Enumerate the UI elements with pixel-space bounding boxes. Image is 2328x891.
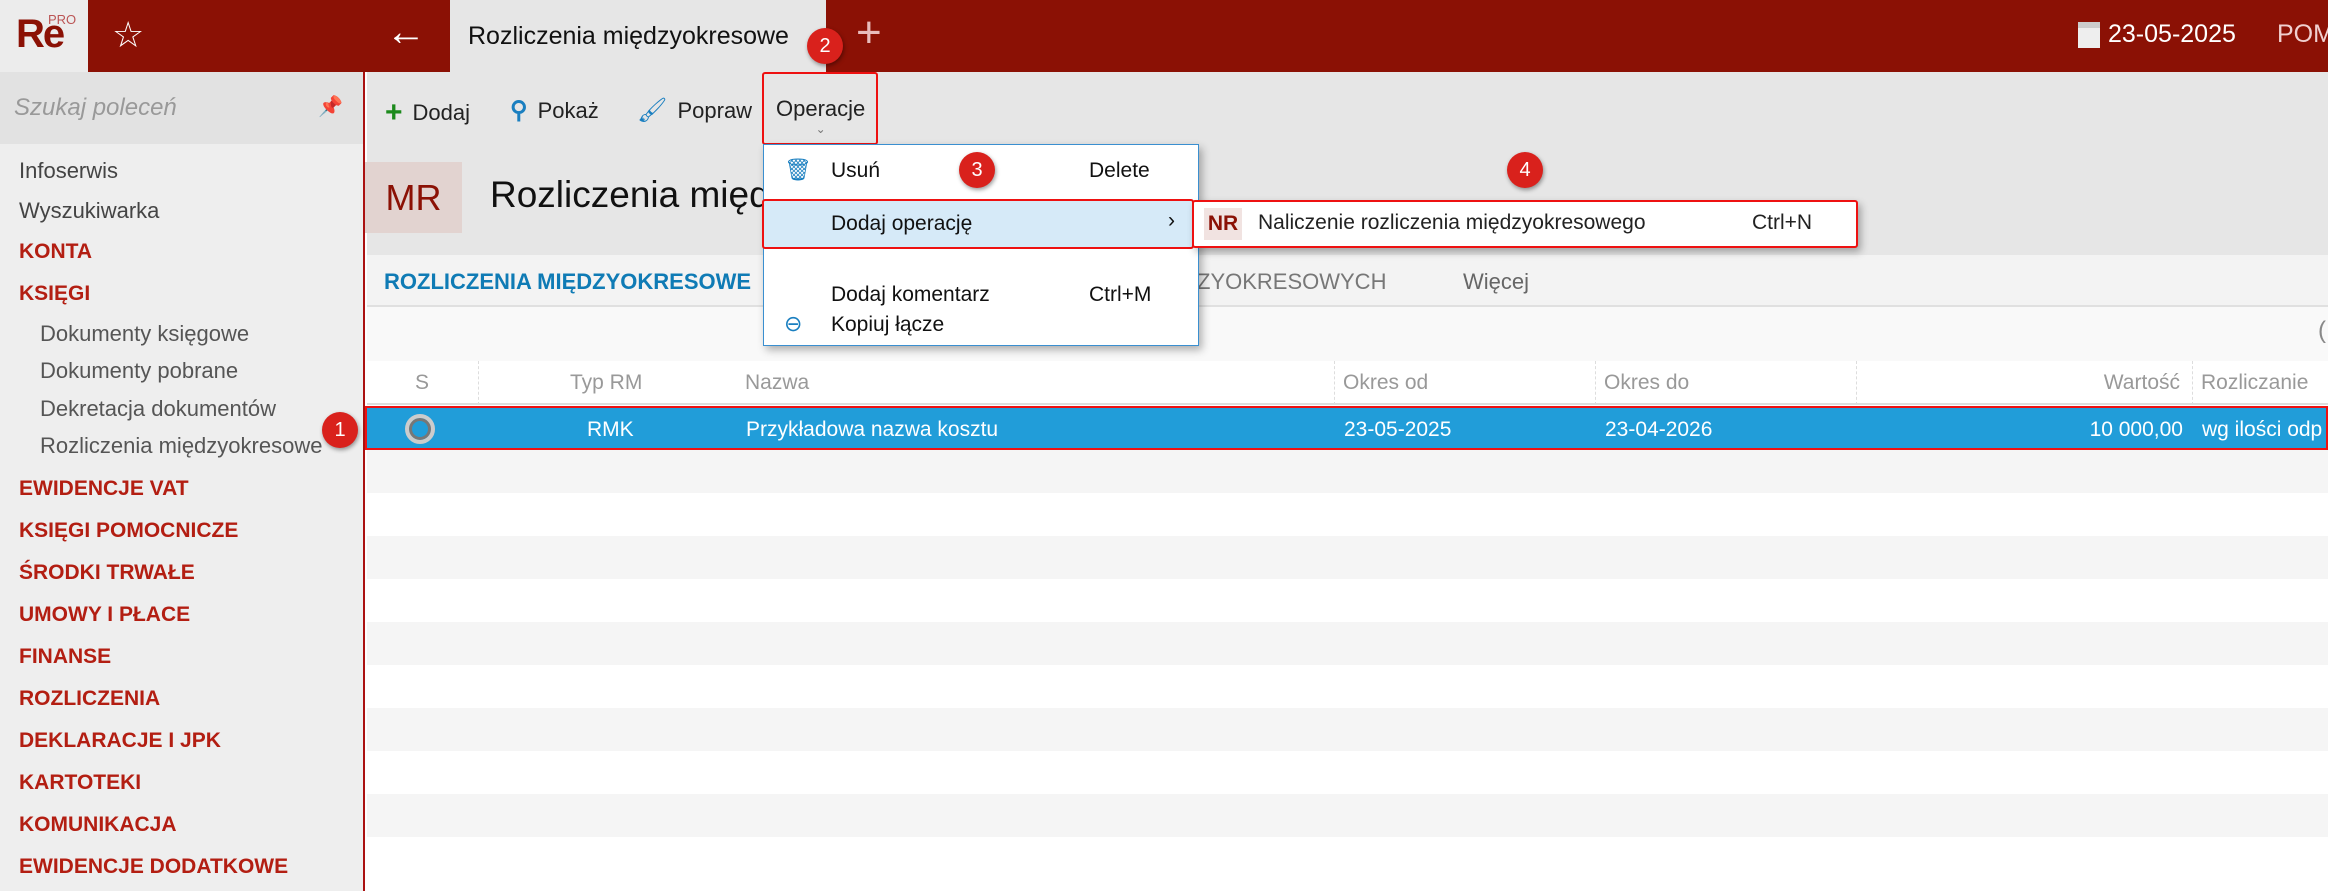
cell-okres-do: 23-04-2026 <box>1605 418 1713 441</box>
module-badge: MR <box>365 162 462 233</box>
link-icon: ⊖ <box>784 311 803 336</box>
sidebar-item[interactable]: DEKLARACJE I JPK <box>19 729 221 753</box>
col-divider <box>2192 361 2193 405</box>
cell-nazwa: Przykładowa nazwa kosztu <box>746 418 999 441</box>
add-button[interactable]: + Dodaj <box>385 96 470 130</box>
star-icon[interactable]: ☆ <box>112 14 144 56</box>
menu-shortcut: Delete <box>1089 159 1150 182</box>
empty-table-row <box>367 493 2328 536</box>
menu-label: Kopiuj łącze <box>831 313 945 336</box>
empty-table-row <box>367 579 2328 622</box>
grid-header: S Typ RM Nazwa Okres od Okres do Wartość… <box>367 361 2328 405</box>
sidebar-item[interactable]: Dokumenty pobrane <box>40 358 238 384</box>
table-row[interactable]: RMK Przykładowa nazwa kosztu 23-05-2025 … <box>365 406 2328 450</box>
menu-shortcut: Ctrl+M <box>1089 283 1152 306</box>
cell-typ: RMK <box>587 418 634 441</box>
menu-label: Dodaj komentarz <box>831 283 990 306</box>
empty-table-row <box>367 450 2328 493</box>
tab-more[interactable]: Więcej <box>1463 269 1529 295</box>
trash-icon: 🗑 <box>784 157 812 182</box>
search-icon: ⚲ <box>510 97 528 124</box>
sidebar-item[interactable]: Rozliczenia międzyokresowe <box>40 433 322 459</box>
cell-okres-od: 23-05-2025 <box>1344 418 1452 441</box>
highlight-operations <box>762 72 878 145</box>
tab-bar: ROZLICZENIA MIĘDZYOKRESOWE ZYOKRESOWYCH … <box>367 255 2328 307</box>
sidebar-item[interactable]: EWIDENCJE VAT <box>19 477 189 501</box>
col-okres-od[interactable]: Okres od <box>1343 371 1428 395</box>
empty-table-row <box>367 837 2328 880</box>
filter-row: ( <box>367 307 2328 361</box>
top-bar <box>0 0 2328 72</box>
edit-button[interactable]: 🖌 Popraw <box>637 96 752 125</box>
edit-label: Popraw <box>677 97 753 123</box>
empty-table-row <box>367 622 2328 665</box>
empty-table-row <box>367 536 2328 579</box>
sidebar-item[interactable]: KARTOTEKI <box>19 771 141 795</box>
sidebar-item[interactable]: UMOWY I PŁACE <box>19 603 190 627</box>
sidebar-item[interactable]: Infoserwis <box>19 158 118 184</box>
show-label: Pokaż <box>537 97 599 123</box>
sidebar-item[interactable]: KOMUNIKACJA <box>19 813 177 837</box>
menu-item-copy-link[interactable]: ⊖ Kopiuj łącze <box>764 305 1198 345</box>
empty-table-row <box>367 665 2328 708</box>
add-operation-submenu[interactable]: NR Naliczenie rozliczenia międzyokresowe… <box>1192 200 1858 248</box>
search-placeholder: Szukaj poleceń <box>14 94 177 121</box>
date-text: 23-05-2025 <box>2108 20 2236 48</box>
back-arrow-icon[interactable]: ← <box>386 10 426 55</box>
toolbar: + Dodaj ⚲ Pokaż 🖌 Popraw Operacje ⌄ <box>367 72 2328 144</box>
col-divider <box>1334 361 1335 405</box>
col-nazwa[interactable]: Nazwa <box>745 371 809 395</box>
empty-table-row <box>367 708 2328 751</box>
col-divider <box>478 361 479 405</box>
show-button[interactable]: ⚲ Pokaż <box>510 96 599 125</box>
col-divider <box>1595 361 1596 405</box>
sidebar-item[interactable]: FINANSE <box>19 645 111 669</box>
col-divider <box>1856 361 1857 405</box>
app-logo[interactable]: Re PRO <box>0 0 88 72</box>
submenu-shortcut: Ctrl+N <box>1752 211 1813 234</box>
user-label[interactable]: POM <box>2277 20 2328 49</box>
sidebar-item[interactable]: ROZLICZENIA <box>19 687 160 711</box>
step-badge-2: 2 <box>807 28 843 64</box>
tab-rozliczenia[interactable]: Rozliczenia międzyokresowe <box>450 0 826 72</box>
sidebar-item[interactable]: Wyszukiwarka <box>19 198 159 224</box>
sidebar-item[interactable]: ŚRODKI TRWAŁE <box>19 561 195 585</box>
sidebar-item[interactable]: Dokumenty księgowe <box>40 321 249 347</box>
sidebar-item[interactable]: KSIĘGI <box>19 282 90 306</box>
add-label: Dodaj <box>412 100 471 125</box>
col-rozliczanie[interactable]: Rozliczanie <box>2201 371 2308 395</box>
col-typ[interactable]: Typ RM <box>570 371 642 395</box>
date-display[interactable]: 23-05-2025 <box>2078 20 2236 49</box>
col-wartosc[interactable]: Wartość <box>2104 371 2180 395</box>
menu-label: Usuń <box>831 159 881 182</box>
sidebar-item[interactable]: KONTA <box>19 240 92 264</box>
brush-icon: 🖌 <box>637 97 668 124</box>
plus-icon: + <box>385 96 403 129</box>
command-search[interactable]: Szukaj poleceń 📌 <box>0 72 363 144</box>
tab-rozliczenia-list[interactable]: ROZLICZENIA MIĘDZYOKRESOWE <box>384 269 751 295</box>
filter-paren[interactable]: ( <box>2318 317 2326 345</box>
col-s[interactable]: S <box>415 371 429 395</box>
step-badge-3: 3 <box>959 152 995 188</box>
tab-second[interactable]: ZYOKRESOWYCH <box>1197 269 1386 295</box>
calendar-icon <box>2078 21 2100 48</box>
logo-sup: PRO <box>48 12 77 27</box>
empty-table-row <box>367 794 2328 837</box>
pin-icon[interactable]: 📌 <box>318 94 343 119</box>
empty-table-row <box>367 751 2328 794</box>
new-tab-plus-icon[interactable]: + <box>856 8 882 58</box>
status-circle-icon[interactable] <box>405 414 435 444</box>
nr-badge: NR <box>1204 208 1242 240</box>
sidebar-item[interactable]: Dekretacja dokumentów <box>40 396 276 422</box>
highlight-add-operation <box>762 199 1194 249</box>
sidebar-item[interactable]: KSIĘGI POMOCNICZE <box>19 519 238 543</box>
sidebar-item[interactable]: EWIDENCJE DODATKOWE <box>19 855 288 879</box>
cell-rozliczanie: wg ilości odp <box>2202 418 2323 441</box>
submenu-label: Naliczenie rozliczenia międzyokresowego <box>1258 211 1646 234</box>
step-badge-1: 1 <box>322 412 358 448</box>
col-okres-do[interactable]: Okres do <box>1604 371 1689 395</box>
step-badge-4: 4 <box>1507 152 1543 188</box>
cell-wartosc: 10 000,00 <box>2089 418 2183 441</box>
